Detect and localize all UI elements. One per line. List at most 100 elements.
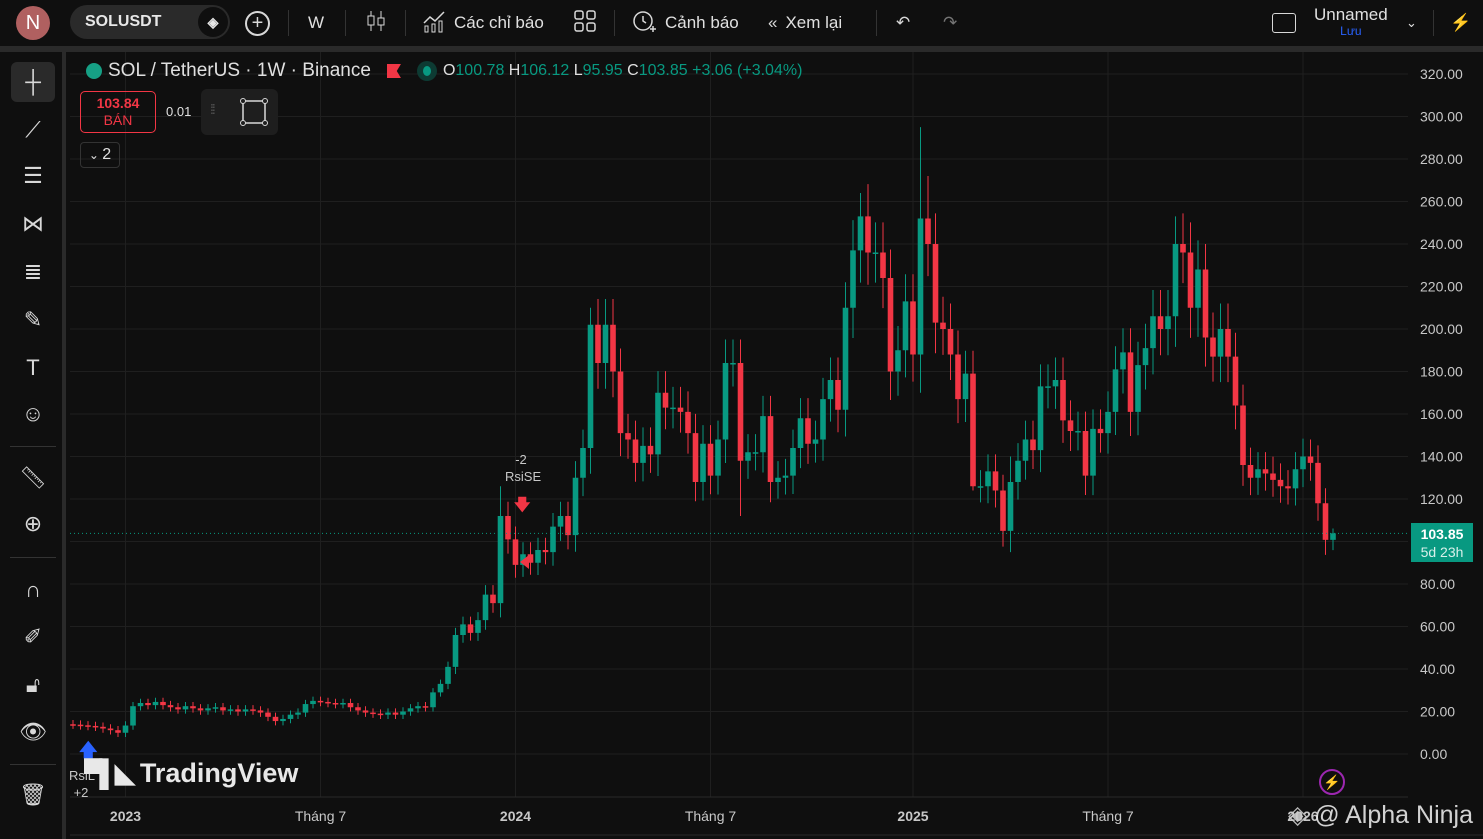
candle-down xyxy=(947,303,954,380)
candle-up xyxy=(430,688,436,712)
candle-down xyxy=(467,616,474,641)
candle-up xyxy=(872,222,879,283)
candle-body xyxy=(430,692,436,708)
candle-body xyxy=(182,706,189,710)
candle-body xyxy=(512,539,519,565)
candle-body xyxy=(812,439,819,444)
order-quantity[interactable]: 0.01 xyxy=(166,104,191,119)
candle-body xyxy=(1330,533,1336,540)
candle-body xyxy=(257,710,264,713)
lightning-icon[interactable]: ⚡ xyxy=(1319,769,1345,795)
candle-body xyxy=(1127,352,1134,412)
candle-down xyxy=(737,339,744,516)
tradingview-logo[interactable]: ▀▌◣ TradingView xyxy=(84,758,298,789)
candle-body xyxy=(235,709,241,712)
candle-down xyxy=(317,696,324,707)
candle-up xyxy=(1195,240,1201,337)
candle-body xyxy=(887,278,894,372)
candle-down xyxy=(940,296,946,355)
candle-body xyxy=(287,714,294,719)
candle-body xyxy=(1277,479,1284,487)
candle-up xyxy=(242,705,249,716)
drawing-toolbar-floating[interactable]: ⁞⁞ xyxy=(201,89,278,135)
candle-body xyxy=(580,448,586,478)
candle-down xyxy=(632,420,639,482)
candle-body xyxy=(1225,329,1231,357)
candle-body xyxy=(1120,352,1126,370)
candle-body xyxy=(1052,380,1059,387)
candle-down xyxy=(115,725,121,737)
candle-down xyxy=(1097,409,1104,453)
candle-body xyxy=(1165,316,1171,329)
candle-up xyxy=(1150,289,1156,375)
sell-button[interactable]: 103.84 BÁN xyxy=(80,91,156,133)
candle-body xyxy=(1202,269,1209,338)
candle-body xyxy=(445,666,451,684)
candle-body xyxy=(670,407,676,410)
rsise-signal: -2 RsiSE xyxy=(505,451,541,485)
candle-body xyxy=(212,707,219,709)
candle-down xyxy=(1157,289,1164,356)
candle-body xyxy=(1097,428,1104,434)
candle-up xyxy=(1172,216,1179,347)
candle-up xyxy=(602,298,609,389)
indicator-count: 2 xyxy=(102,146,112,163)
time-tick-label: 2025 xyxy=(897,808,928,824)
candle-down xyxy=(805,398,811,464)
candle-up xyxy=(310,696,316,709)
candle-body xyxy=(242,709,249,712)
candle-down xyxy=(1270,456,1276,497)
candle-body xyxy=(317,700,324,703)
candle-up xyxy=(895,326,901,396)
candle-down xyxy=(1187,222,1194,338)
candle-up xyxy=(985,454,991,504)
candle-body xyxy=(85,725,91,727)
candle-body xyxy=(92,725,99,728)
candle-body xyxy=(625,433,631,440)
candle-body xyxy=(692,433,699,482)
candle-down xyxy=(865,184,871,285)
candle-up xyxy=(797,398,804,469)
candle-up xyxy=(902,274,909,378)
rectangle-icon[interactable] xyxy=(239,97,269,127)
candle-down xyxy=(955,330,961,424)
candle-up xyxy=(760,395,766,473)
drag-handle-icon[interactable]: ⁞⁞ xyxy=(210,101,216,117)
candle-body xyxy=(752,452,759,454)
candle-body xyxy=(917,218,924,355)
candle-body xyxy=(1255,469,1261,478)
candle-body xyxy=(1015,460,1021,482)
candle-body xyxy=(557,516,564,527)
candle-up xyxy=(475,612,481,641)
candle-body xyxy=(595,324,601,363)
candle-down xyxy=(1307,439,1314,481)
candle-body xyxy=(467,624,474,633)
symbol-title[interactable]: SOL / TetherUS · 1W · Binance xyxy=(108,60,371,82)
candle-body xyxy=(827,380,834,400)
candle-down xyxy=(100,722,106,733)
price-tick-label: 120.00 xyxy=(1420,491,1463,507)
solana-logo-icon xyxy=(86,63,102,79)
candle-up xyxy=(122,721,129,737)
price-tick-label: 320.00 xyxy=(1420,66,1463,82)
candle-up xyxy=(497,486,504,618)
collapse-indicators-button[interactable]: ⌄ 2 xyxy=(80,142,120,168)
candle-up xyxy=(280,714,286,726)
price-tick-label: 160.00 xyxy=(1420,406,1463,422)
candle-up xyxy=(415,701,421,713)
candle-body xyxy=(895,350,901,372)
flag-icon[interactable] xyxy=(386,64,401,78)
candle-up xyxy=(152,697,159,710)
candle-body xyxy=(1240,405,1246,465)
price-change: +3.06 (+3.04%) xyxy=(692,62,803,79)
candle-up xyxy=(137,698,144,711)
candle-body xyxy=(197,708,204,711)
candle-up xyxy=(482,585,489,630)
candle-body xyxy=(587,324,594,448)
candle-body xyxy=(977,486,984,488)
candle-up xyxy=(850,220,856,338)
candle-body xyxy=(145,703,151,706)
candle-down xyxy=(355,703,361,715)
candle-down xyxy=(325,697,331,708)
candle-down xyxy=(265,708,271,722)
